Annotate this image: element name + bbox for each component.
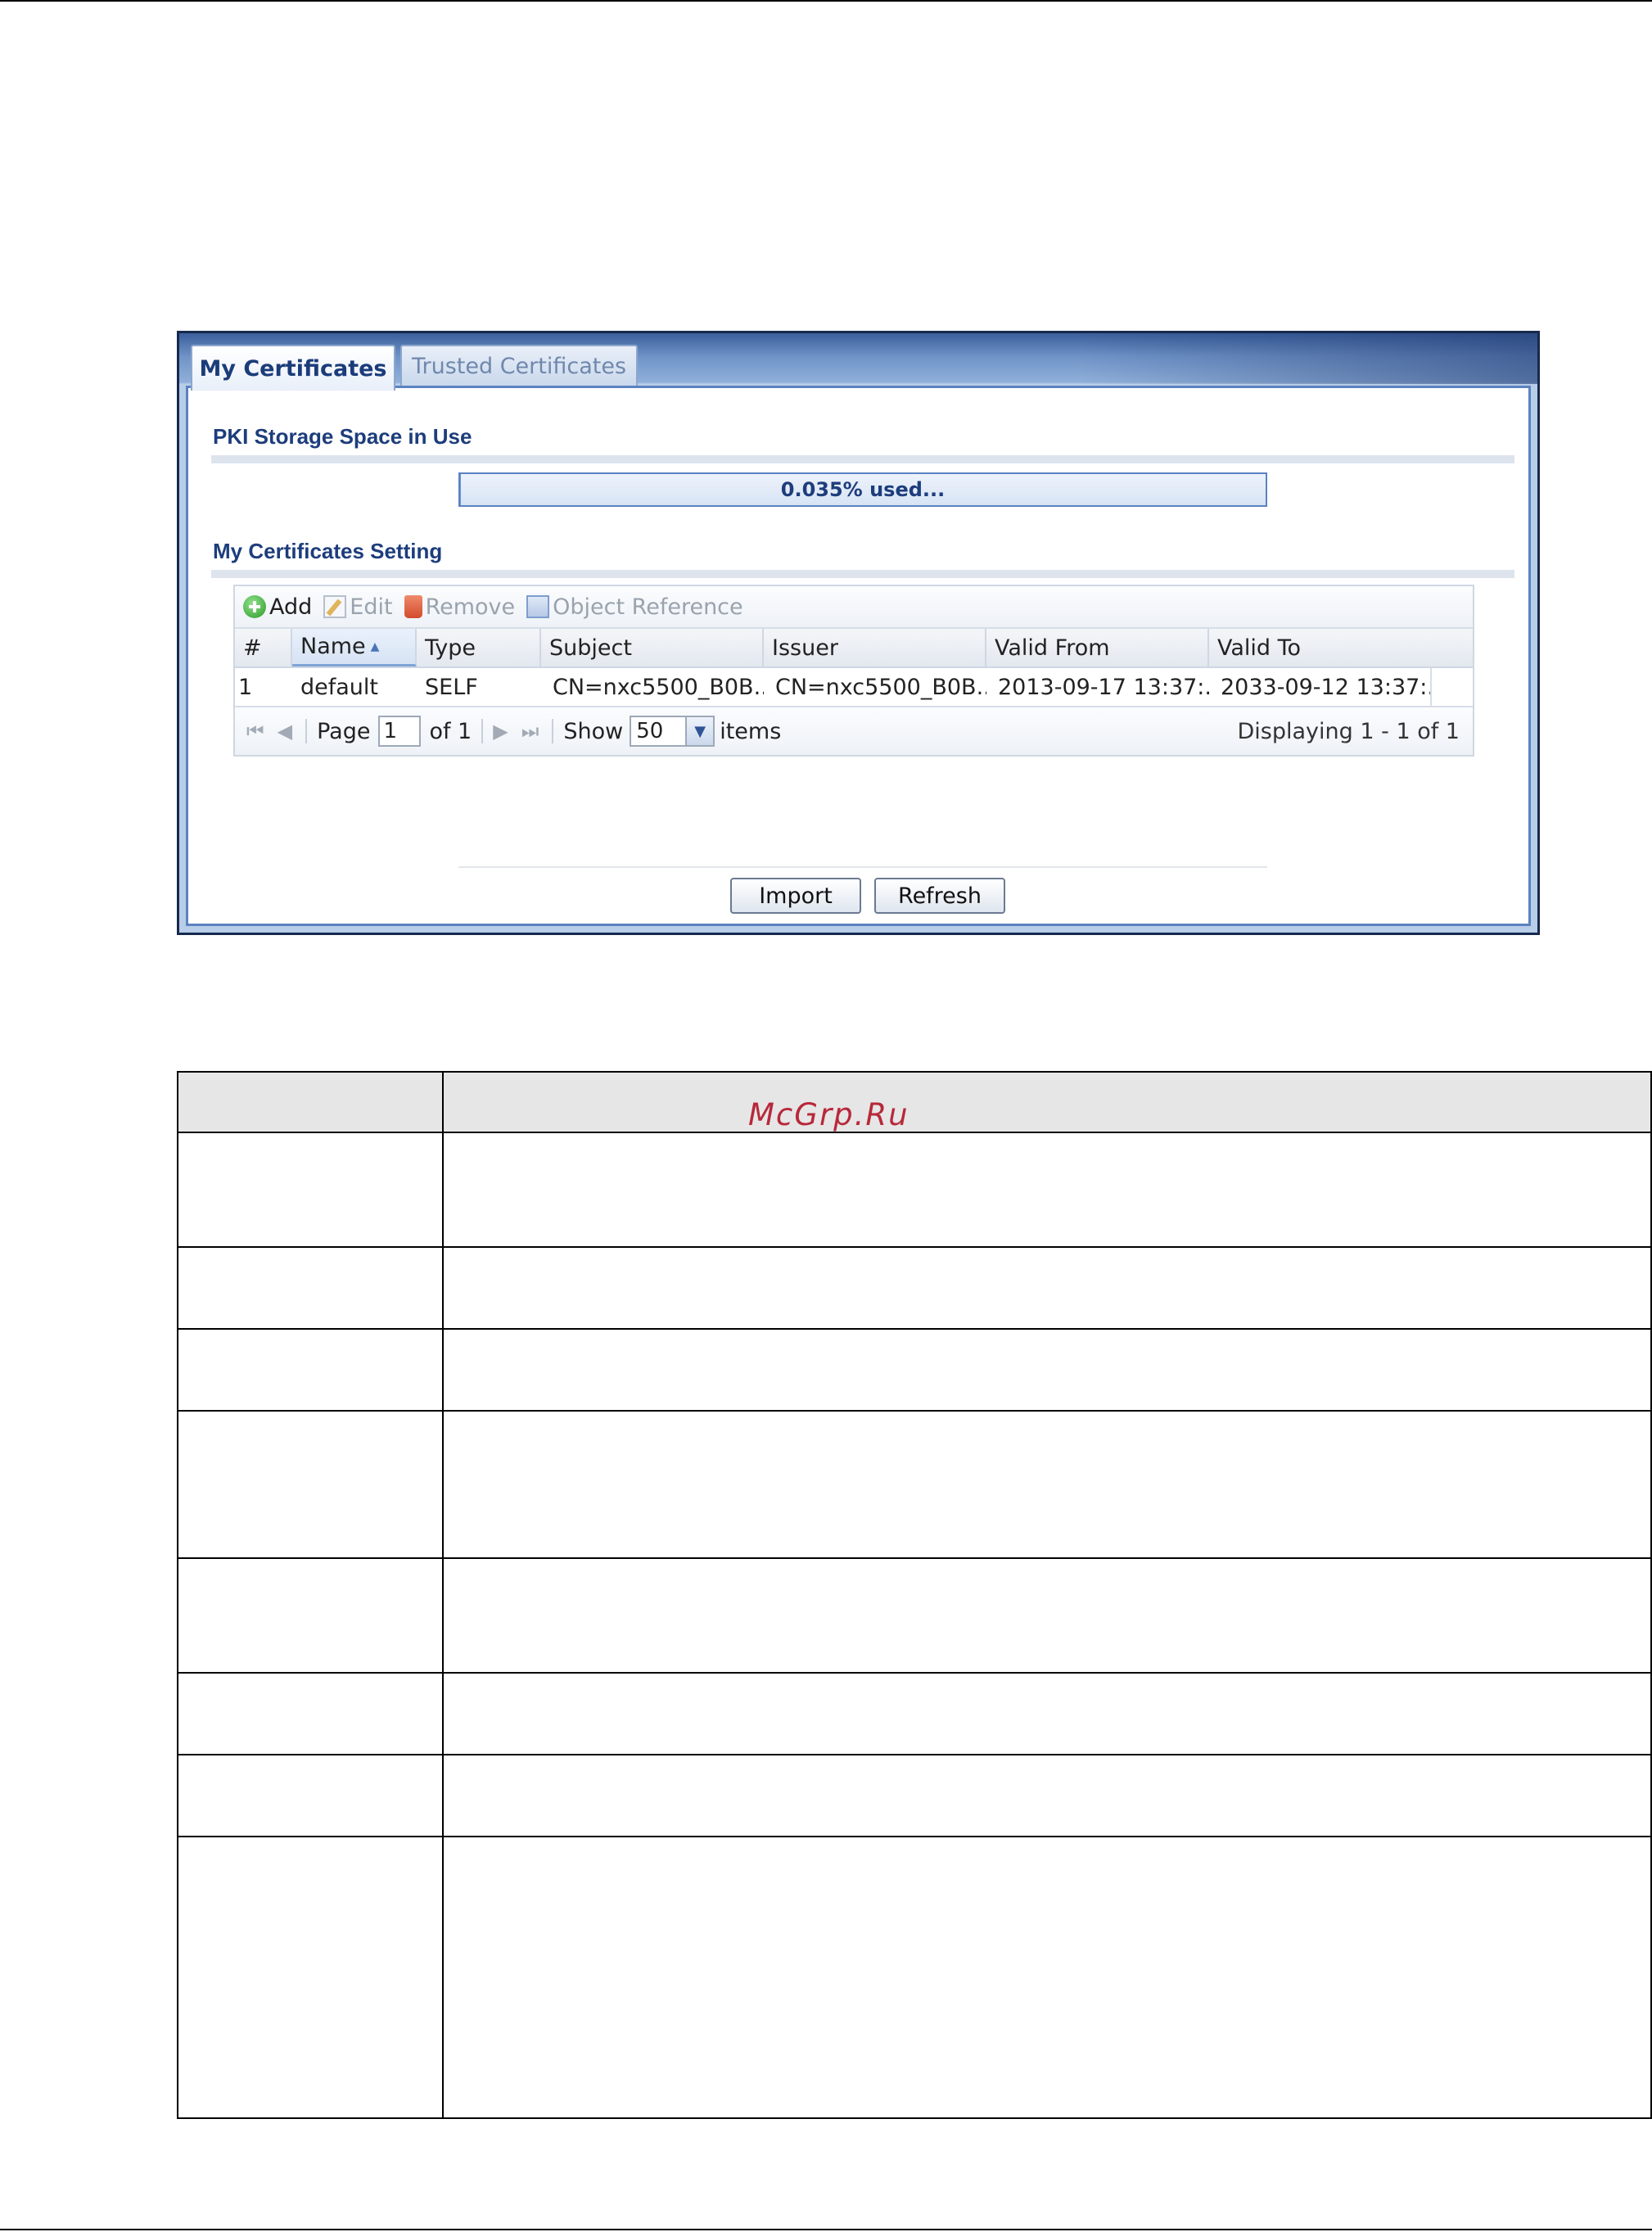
table-cell	[442, 1672, 1652, 1755]
button-divider	[458, 866, 1267, 868]
table-cell	[177, 1328, 444, 1412]
cell-number: 1	[238, 674, 253, 700]
table-row	[177, 1754, 1652, 1837]
column-header-type[interactable]: Type	[417, 629, 541, 666]
pager-separator	[552, 719, 554, 743]
edit-icon	[323, 595, 347, 618]
object-reference-icon	[526, 595, 550, 618]
cell-issuer: CN=nxc5500_B0B...	[775, 674, 986, 700]
add-button[interactable]: Add	[243, 594, 312, 620]
tab-my-certificates[interactable]: My Certificates	[191, 345, 395, 391]
table-cell	[442, 1557, 1652, 1674]
table-cell	[177, 1836, 444, 2119]
table-cell	[442, 1754, 1652, 1837]
section-divider	[211, 455, 1514, 463]
show-label: Show	[563, 718, 624, 744]
first-page-icon[interactable]: ⏮	[246, 720, 264, 743]
cell-valid-from: 2013-09-17 13:37:...	[998, 674, 1209, 700]
pager-separator	[305, 719, 308, 743]
next-page-icon[interactable]: ▶	[493, 720, 508, 743]
remove-label: Remove	[425, 594, 516, 620]
pagination-bar: ⏮ ◀ Page 1 of 1 ▶ ⏭ Show 50 ▼ items Disp…	[235, 707, 1473, 755]
previous-page-icon[interactable]: ◀	[278, 720, 292, 743]
storage-progress-bar: 0.035% used...	[458, 472, 1267, 507]
trash-icon	[404, 595, 422, 618]
table-row	[177, 1836, 1652, 2119]
object-reference-label: Object Reference	[553, 594, 743, 620]
table-row	[177, 1557, 1652, 1674]
pki-storage-title: PKI Storage Space in Use	[213, 424, 472, 449]
items-label: items	[720, 718, 782, 744]
object-reference-button[interactable]: Object Reference	[526, 594, 743, 620]
items-per-page-select[interactable]: 50 ▼	[630, 716, 715, 747]
import-button[interactable]: Import	[730, 878, 861, 914]
column-header-name[interactable]: Name ▲	[292, 629, 417, 666]
table-cell	[177, 1410, 444, 1559]
column-header-subject[interactable]: Subject	[541, 629, 764, 666]
items-per-page-value: 50	[636, 719, 664, 743]
table-cell	[442, 1836, 1652, 2119]
pager-separator	[481, 719, 484, 743]
cell-subject: CN=nxc5500_B0B...	[553, 674, 764, 700]
tab-panel: PKI Storage Space in Use 0.035% used... …	[186, 386, 1531, 926]
displaying-count: Displaying 1 - 1 of 1	[1237, 718, 1460, 744]
cell-type: SELF	[425, 674, 478, 700]
page-number-input[interactable]: 1	[378, 716, 422, 747]
column-header-issuer[interactable]: Issuer	[764, 629, 986, 666]
table-header-row	[177, 1071, 1652, 1133]
page-count-label: of 1	[429, 718, 472, 744]
table-row	[177, 1328, 1652, 1412]
table-cell	[442, 1246, 1652, 1330]
table-cell	[177, 1754, 444, 1837]
edit-button[interactable]: Edit	[323, 594, 393, 620]
section-divider	[211, 570, 1514, 578]
header-cell-description	[442, 1071, 1652, 1133]
tab-trusted-certificates[interactable]: Trusted Certificates	[400, 345, 638, 386]
page-bottom-rule	[0, 2229, 1652, 2230]
header-cell-label	[177, 1071, 444, 1133]
page-label: Page	[317, 718, 371, 744]
refresh-button[interactable]: Refresh	[874, 878, 1005, 914]
page-top-rule	[0, 0, 1652, 2]
sort-ascending-icon: ▲	[370, 639, 380, 653]
certificates-grid: Add Edit Remove Object Reference # Name ▲	[233, 585, 1474, 757]
watermark-text: McGrp.Ru	[748, 1097, 910, 1132]
column-header-number[interactable]: #	[235, 629, 292, 666]
table-row	[177, 1246, 1652, 1330]
column-header-valid-from[interactable]: Valid From	[986, 629, 1209, 666]
description-table	[177, 1071, 1652, 2119]
cell-valid-to: 2033-09-12 13:37:...	[1209, 668, 1432, 706]
table-cell	[177, 1672, 444, 1755]
table-cell	[442, 1328, 1652, 1412]
add-label: Add	[269, 594, 313, 620]
storage-progress-label: 0.035% used...	[780, 478, 946, 501]
grid-toolbar: Add Edit Remove Object Reference	[235, 586, 1473, 629]
chevron-down-icon[interactable]: ▼	[685, 717, 714, 745]
table-row	[177, 1132, 1652, 1248]
certificates-window: My Certificates Trusted Certificates PKI…	[177, 331, 1540, 935]
cell-name: default	[300, 674, 379, 700]
my-certificates-setting-title: My Certificates Setting	[213, 539, 443, 563]
column-header-valid-to[interactable]: Valid To	[1209, 629, 1473, 666]
table-cell	[177, 1132, 444, 1248]
table-header: # Name ▲ Type Subject Issuer Valid From V…	[235, 629, 1473, 668]
table-cell	[442, 1410, 1652, 1559]
edit-label: Edit	[350, 594, 393, 620]
add-icon	[243, 595, 266, 618]
last-page-icon[interactable]: ⏭	[521, 720, 539, 743]
remove-button[interactable]: Remove	[404, 594, 516, 620]
table-row[interactable]: 1 default SELF CN=nxc5500_B0B... CN=nxc5…	[235, 668, 1473, 707]
table-cell	[177, 1246, 444, 1330]
table-row	[177, 1672, 1652, 1755]
table-cell	[177, 1557, 444, 1674]
table-cell	[442, 1132, 1652, 1248]
table-row	[177, 1410, 1652, 1559]
